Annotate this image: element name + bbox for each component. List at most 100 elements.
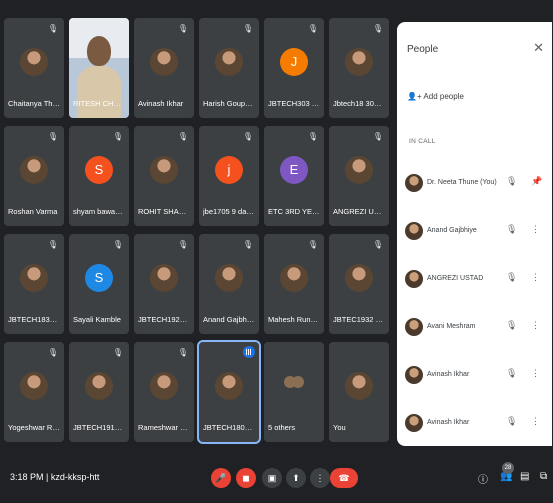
more-options-icon[interactable]: ⋮ [531,320,540,331]
participant-tile[interactable]: E 🎙 ETC 3RD YEAR [264,126,324,226]
participant-row[interactable]: Avani Meshram 🎙 ⋮ [403,314,548,344]
participant-name: Mahesh Runna... [268,315,320,324]
people-count-badge: 28 [502,462,514,474]
avatar: E [280,156,308,184]
participant-tile[interactable]: 🎙 Anand Gajbhiye [199,234,259,334]
more-options-icon[interactable]: ⋮ [531,416,540,427]
avatar [215,372,243,400]
avatar [405,366,423,384]
mic-muted-icon: 🎙 [307,240,318,249]
participant-row[interactable]: ANGREZI USTAD 🎙 ⋮ [403,266,548,296]
participant-tile[interactable]: 🎙 ANGREZI USTAD [329,126,389,226]
mic-muted-icon: 🎙 [372,24,383,33]
avatar [20,372,48,400]
participant-tile[interactable]: 🎙 Jbtech18 307 H... [329,18,389,118]
mic-muted-icon[interactable]: 🎙 [506,416,517,427]
captions-button[interactable]: ▣ [262,468,282,488]
camera-off-button[interactable]: ◼ [236,468,256,488]
mic-muted-icon[interactable]: 🎙 [506,272,517,283]
participant-tile[interactable]: 🎙 Rameshwar Sin... [134,342,194,442]
participant-tile[interactable]: 🎙 JBTECH1917 Sa... [69,342,129,442]
mic-muted-icon[interactable]: 🎙 [506,176,517,187]
participant-name: 5 others [268,423,296,432]
add-people-button[interactable]: 👤+ Add people [407,92,464,101]
mic-muted-icon: 🎙 [112,132,123,141]
time-and-code: 3:18 PM | kzd-kksp-htt [10,472,100,482]
avatar [280,264,308,292]
participant-name: Sayali Kamble [73,315,121,324]
participant-name: shyam bawankar [73,207,125,216]
more-options-icon[interactable]: ⋮ [531,272,540,283]
avatar [150,156,178,184]
more-options-icon[interactable]: ⋮ [531,224,540,235]
present-button[interactable]: ⬆ [286,468,306,488]
avatar [405,222,423,240]
participant-tile[interactable]: 🎙 Avinash Ikhar [134,18,194,118]
participant-name: jbe1705 9 dami... [203,207,255,216]
avatar [405,414,423,432]
participant-tile[interactable]: 🎙 JBTECH1921 S ... [134,234,194,334]
participant-name: You [333,423,346,432]
mic-muted-icon[interactable]: 🎙 [506,368,517,379]
participant-name: Avani Meshram [427,323,476,330]
mic-muted-icon: 🎙 [177,24,188,33]
mic-muted-icon: 🎙 [177,132,188,141]
participant-name: Rameshwar Sin... [138,423,190,432]
participant-row[interactable]: Anand Gajbhiye 🎙 ⋮ [403,218,548,248]
close-icon[interactable]: ✕ [533,40,544,56]
participant-name: Harish Goupale [203,99,255,108]
participant-tile[interactable]: 🎙 RITESH CHAN... [69,18,129,118]
mic-muted-icon: 🎙 [177,348,188,357]
people-panel: People ✕ 👤+ Add people IN CALL Dr. Neeta… [397,22,552,446]
participant-tile[interactable]: JBTECH1803 9 ... [197,340,261,444]
participant-tile[interactable]: 🎙 Harish Goupale [199,18,259,118]
participant-tile[interactable]: You [329,342,389,442]
avatar [345,48,373,76]
participant-name: Yogeshwar Rak... [8,423,60,432]
activities-icon[interactable]: ⧉ [540,471,547,482]
chat-icon[interactable]: ▤ [520,471,529,482]
mic-muted-icon[interactable]: 🎙 [506,320,517,331]
mic-muted-icon: 🎙 [307,24,318,33]
participant-name: JBTECH1921 S ... [138,315,190,324]
participant-row[interactable]: Avinash Ikhar 🎙 ⋮ [403,362,548,392]
avatar [150,264,178,292]
participant-tile[interactable]: 5 others [264,342,324,442]
participant-tile[interactable]: 🎙 ROHIT SHAHARE [134,126,194,226]
mic-muted-icon[interactable]: 🎙 [506,224,517,235]
participant-tile[interactable]: 🎙 Mahesh Runna... [264,234,324,334]
participant-tile[interactable]: J 🎙 JBTECH303 Su... [264,18,324,118]
participant-name: JBTECH1830 4 ... [8,315,60,324]
participant-row[interactable]: Dr. Neeta Thune (You) 🎙 📌 [403,170,548,200]
participant-tile[interactable]: 🎙 JBTECH1830 4 ... [4,234,64,334]
participant-tile[interactable]: 🎙 Yogeshwar Rak... [4,342,64,442]
avatar [20,156,48,184]
participant-tile[interactable]: 🎙 JBTEC1932 4M... [329,234,389,334]
participant-name: Jbtech18 307 H... [333,99,385,108]
pin-icon[interactable]: 📌 [531,176,542,187]
participant-row[interactable]: Avinash Ikhar 🎙 ⋮ [403,410,548,440]
participant-tile[interactable]: S 🎙 shyam bawankar [69,126,129,226]
participant-name: RITESH CHAN... [73,99,125,108]
participant-name: Avinash Ikhar [427,371,470,378]
participant-name: ANGREZI USTAD [333,207,385,216]
mic-muted-icon: 🎙 [242,132,253,141]
end-call-button[interactable]: ☎ [330,468,358,488]
participant-tile[interactable]: S 🎙 Sayali Kamble [69,234,129,334]
mic-off-button[interactable]: 🎤 [211,468,231,488]
avatar [215,264,243,292]
info-icon[interactable]: ⓘ [478,471,488,486]
more-options-icon[interactable]: ⋮ [531,368,540,379]
bottom-bar: 3:18 PM | kzd-kksp-htt 🎤 ◼ ▣ ⬆ ⋮ ☎ ⓘ 👥 2… [0,458,553,503]
participant-tile[interactable]: 🎙 Roshan Varma [4,126,64,226]
participant-tile[interactable]: j 🎙 jbe1705 9 dami... [199,126,259,226]
participant-tile[interactable]: 🎙 Chaitanya Thiske [4,18,64,118]
more-options-button[interactable]: ⋮ [310,468,330,488]
participant-name: ROHIT SHAHARE [138,207,190,216]
avatar [405,318,423,336]
avatar [345,156,373,184]
speaking-indicator-icon [243,346,255,358]
mic-muted-icon: 🎙 [242,24,253,33]
participant-name: JBTECH303 Su... [268,99,320,108]
participant-name: Anand Gajbhiye [427,227,477,234]
